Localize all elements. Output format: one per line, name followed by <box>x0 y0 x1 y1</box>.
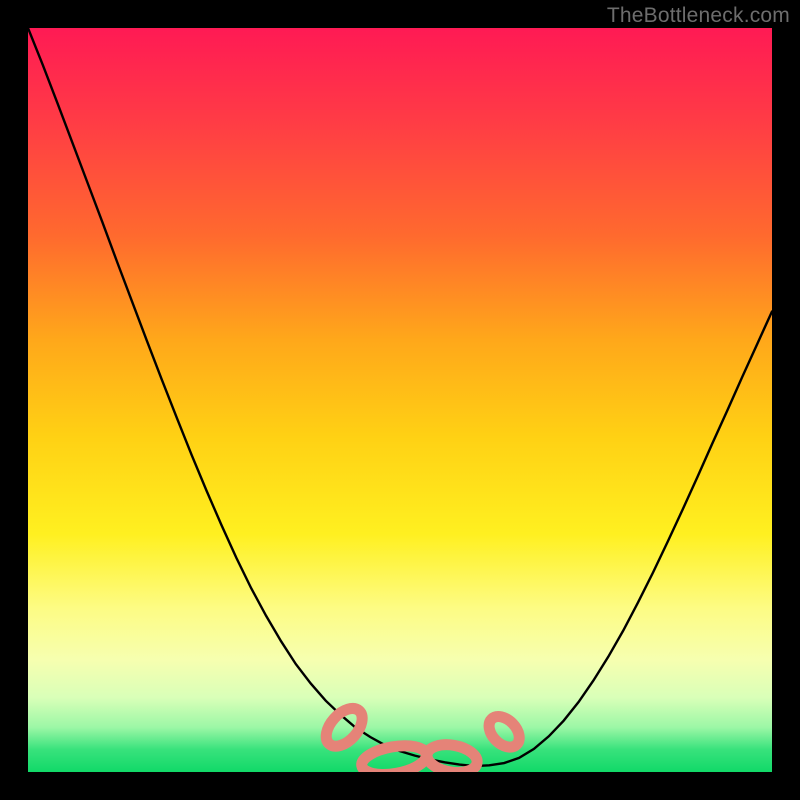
plot-area <box>28 28 772 772</box>
outer-frame: TheBottleneck.com <box>0 0 800 800</box>
curve-bumps <box>319 702 525 772</box>
bump-lozenge <box>319 702 369 753</box>
attribution-text: TheBottleneck.com <box>607 4 790 28</box>
bump-lozenge <box>425 741 479 772</box>
bump-lozenge <box>483 711 525 753</box>
bottleneck-curve <box>28 28 772 766</box>
curve-layer <box>28 28 772 772</box>
